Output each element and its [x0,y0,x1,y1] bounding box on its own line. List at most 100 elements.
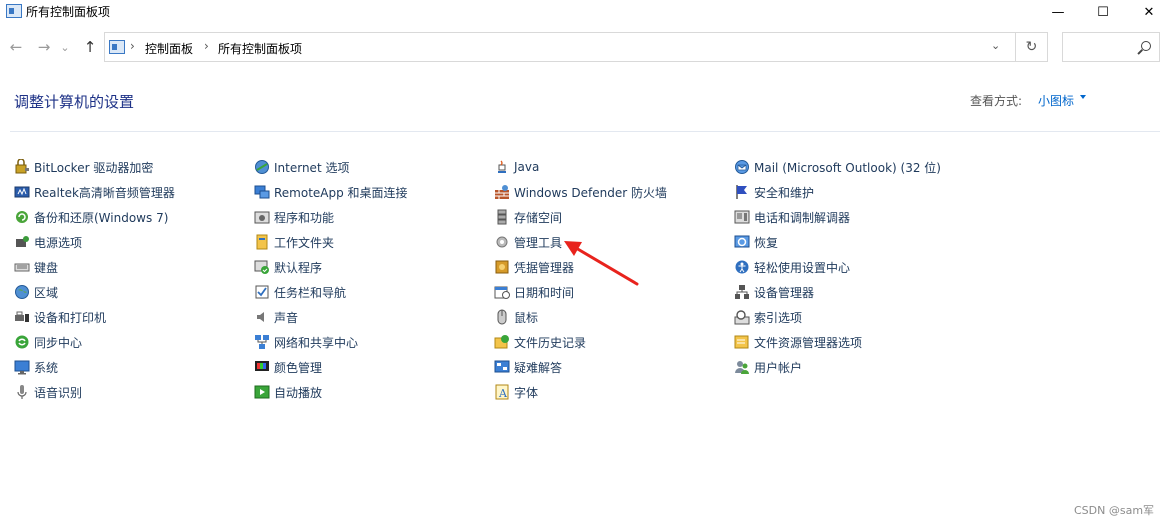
control-panel-item-label: 文件资源管理器选项 [754,335,863,350]
address-bar[interactable]: › 控制面板 › 所有控制面板项 ⌄ [104,32,1016,62]
work-folders-icon [254,234,270,250]
control-panel-item-label: 备份和还原(Windows 7) [34,210,169,225]
control-panel-item[interactable]: 电源选项 [14,232,82,252]
devices-printers-icon [14,309,30,325]
navigation-bar: ← → ⌄ ↑ › 控制面板 › 所有控制面板项 ⌄ ↻ [0,32,1168,62]
control-panel-item[interactable]: 鼠标 [494,307,538,327]
control-panel-item-label: 程序和功能 [274,210,335,225]
control-panel-item[interactable]: Java [494,157,539,177]
control-panel-item-label: 轻松使用设置中心 [754,260,851,275]
back-button[interactable]: ← [6,36,26,58]
internet-options-icon [254,159,270,175]
taskbar-navigation-icon [254,284,270,300]
default-programs-icon [254,259,270,275]
recent-locations-button[interactable]: ⌄ [58,36,72,58]
forward-button[interactable]: → [34,36,54,58]
control-panel-item[interactable]: 语音识别 [14,382,82,402]
fonts-icon: A [494,384,510,400]
control-panel-item[interactable]: 默认程序 [254,257,322,277]
control-panel-item[interactable]: A 字体 [494,382,538,402]
control-panel-item[interactable]: 工作文件夹 [254,232,334,252]
firewall-icon [494,184,510,200]
control-panel-item[interactable]: 同步中心 [14,332,82,352]
control-panel-item[interactable]: 恢复 [734,232,778,252]
control-panel-item[interactable]: 程序和功能 [254,207,334,227]
page-title: 调整计算机的设置 [14,93,135,111]
control-panel-item[interactable]: 轻松使用设置中心 [734,257,850,277]
sync-center-icon [14,334,30,350]
control-panel-item-label: 区域 [34,285,59,300]
breadcrumb-control-panel[interactable]: 控制面板 [145,40,193,57]
control-panel-item-label: 文件历史记录 [514,335,587,350]
window-title: 所有控制面板项 [26,5,111,19]
remoteapp-icon [254,184,270,200]
ease-of-access-icon [734,259,750,275]
control-panel-icon [109,40,125,54]
control-panel-item[interactable]: 设备和打印机 [14,307,106,327]
control-panel-item-label: Mail (Microsoft Outlook) (32 位) [754,160,941,175]
control-panel-item[interactable]: 存储空间 [494,207,562,227]
file-explorer-options-icon [734,334,750,350]
breadcrumb-separator: › [204,39,209,53]
security-maintenance-icon [734,184,750,200]
control-panel-item[interactable]: BitLocker 驱动器加密 [14,157,153,177]
control-panel-item[interactable]: 声音 [254,307,298,327]
control-panel-item[interactable]: 自动播放 [254,382,322,402]
control-panel-item[interactable]: 文件历史记录 [494,332,586,352]
watermark: CSDN @sam军 [1074,504,1155,517]
minimize-button[interactable]: — [1035,0,1081,24]
control-panel-item-label: 语音识别 [34,385,83,400]
region-icon [14,284,30,300]
control-panel-item-label: 管理工具 [514,235,563,250]
control-panel-item-label: 鼠标 [514,310,539,325]
control-panel-item-label: 电话和调制解调器 [754,210,851,225]
header-divider [10,131,1160,132]
search-icon[interactable] [1141,41,1151,51]
sound-icon [254,309,270,325]
control-panel-item[interactable]: 电话和调制解调器 [734,207,850,227]
control-panel-item[interactable]: Windows Defender 防火墙 [494,182,667,202]
control-panel-item[interactable]: 设备管理器 [734,282,814,302]
bitlocker-icon [14,159,30,175]
control-panel-item[interactable]: 系统 [14,357,58,377]
control-panel-item[interactable]: 安全和维护 [734,182,814,202]
control-panel-item[interactable]: 用户帐户 [734,357,802,377]
address-dropdown-button[interactable]: ⌄ [991,39,1000,52]
power-options-icon [14,234,30,250]
chevron-down-icon[interactable] [1080,95,1086,99]
control-panel-item[interactable]: 文件资源管理器选项 [734,332,862,352]
control-panel-item[interactable]: 疑难解答 [494,357,562,377]
maximize-button[interactable]: ☐ [1080,0,1126,24]
control-panel-item[interactable]: 管理工具 [494,232,562,252]
view-by-label: 查看方式: [970,94,1023,108]
close-button[interactable]: ✕ [1126,0,1168,24]
control-panel-item[interactable]: 网络和共享中心 [254,332,358,352]
troubleshooting-icon [494,359,510,375]
control-panel-item[interactable]: RemoteApp 和桌面连接 [254,182,408,202]
control-panel-item[interactable]: 备份和还原(Windows 7) [14,207,168,227]
control-panel-item[interactable]: Realtek高清晰音频管理器 [14,182,175,202]
search-input[interactable] [1062,32,1160,62]
control-panel-item[interactable]: Internet 选项 [254,157,349,177]
mouse-icon [494,309,510,325]
java-icon [494,159,510,175]
control-panel-item[interactable]: 键盘 [14,257,58,277]
control-panel-item[interactable]: Mail (Microsoft Outlook) (32 位) [734,157,941,177]
breadcrumb-separator: › [130,39,135,53]
control-panel-item[interactable]: 索引选项 [734,307,802,327]
breadcrumb-all-items[interactable]: 所有控制面板项 [218,40,302,57]
refresh-button[interactable]: ↻ [1016,32,1048,62]
control-panel-item-label: 字体 [514,385,539,400]
control-panel-item[interactable]: 任务栏和导航 [254,282,346,302]
control-panel-item-label: 自动播放 [274,385,323,400]
file-history-icon [494,334,510,350]
up-button[interactable]: ↑ [80,36,100,58]
control-panel-item-label: Realtek高清晰音频管理器 [34,185,175,200]
control-panel-item-label: 设备和打印机 [34,310,107,325]
control-panel-item-label: 电源选项 [34,235,83,250]
control-panel-item-label: Windows Defender 防火墙 [514,185,667,200]
control-panel-item[interactable]: 颜色管理 [254,357,322,377]
keyboard-icon [14,259,30,275]
control-panel-item[interactable]: 区域 [14,282,58,302]
view-by-dropdown[interactable]: 小图标 [1038,92,1074,109]
